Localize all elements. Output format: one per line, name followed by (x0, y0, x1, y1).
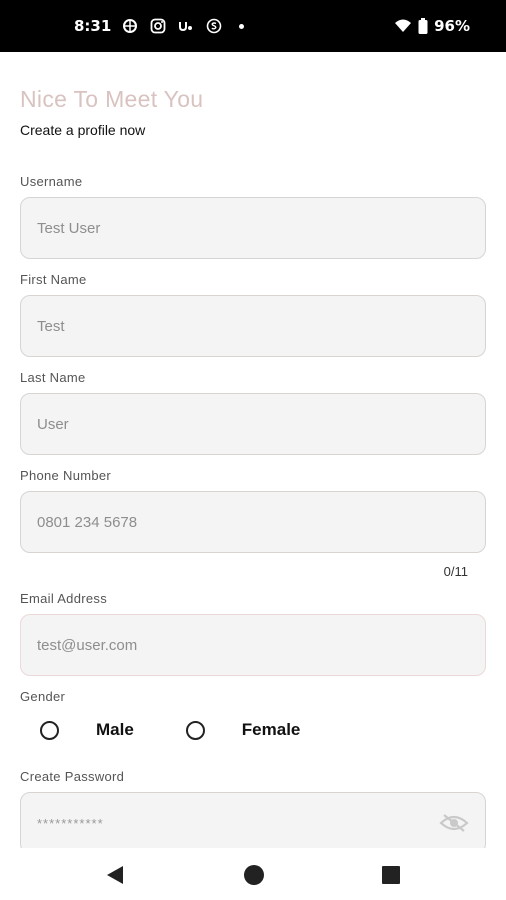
last-name-field[interactable]: User (20, 393, 486, 455)
username-label: Username (20, 174, 83, 189)
eye-off-icon[interactable] (439, 813, 469, 833)
email-label: Email Address (20, 591, 107, 606)
gender-label: Gender (20, 689, 66, 704)
page-title: Nice To Meet You (20, 86, 204, 112)
last-name-placeholder: User (37, 415, 69, 433)
status-bar-left: 8:31 (74, 17, 245, 35)
email-field[interactable]: test@user.com (20, 614, 486, 676)
phone-label: Phone Number (20, 468, 112, 483)
wifi-icon (394, 17, 412, 35)
first-name-field[interactable]: Test (20, 295, 486, 357)
status-time: 8:31 (74, 17, 112, 35)
phone-field[interactable]: 0801 234 5678 (20, 491, 486, 553)
last-name-label: Last Name (20, 370, 86, 385)
first-name-label: First Name (20, 272, 87, 287)
recents-icon[interactable] (380, 864, 402, 886)
skype-icon (205, 17, 223, 35)
male-radio[interactable] (40, 720, 59, 740)
female-radio-label[interactable]: Female (242, 720, 301, 740)
back-icon[interactable] (104, 864, 126, 886)
bug-icon (121, 17, 139, 35)
female-radio[interactable] (185, 720, 205, 740)
status-bar: 8:31 96% (0, 0, 506, 52)
home-icon[interactable] (243, 864, 265, 886)
male-radio-label[interactable]: Male (96, 720, 134, 740)
password-placeholder: *********** (37, 815, 104, 831)
password-field[interactable]: *********** (20, 792, 486, 848)
password-label: Create Password (20, 769, 125, 784)
battery-percent: 96% (434, 17, 470, 35)
page-subtitle: Create a profile now (20, 122, 146, 138)
battery-icon (418, 17, 428, 35)
instagram-icon (149, 17, 167, 35)
phone-char-counter: 0/11 (443, 564, 468, 579)
dot-icon (239, 23, 245, 29)
signup-form: Nice To Meet You Create a profile now Us… (0, 52, 506, 848)
navigation-bar (0, 848, 506, 900)
status-bar-right: 96% (394, 17, 470, 35)
phone-placeholder: 0801 234 5678 (37, 513, 138, 531)
username-placeholder: Test User (37, 219, 101, 237)
email-placeholder: test@user.com (37, 636, 138, 654)
first-name-placeholder: Test (37, 317, 65, 335)
upwork-icon (177, 17, 195, 35)
username-field[interactable]: Test User (20, 197, 486, 259)
gender-radio-group: Male Female (40, 720, 300, 740)
